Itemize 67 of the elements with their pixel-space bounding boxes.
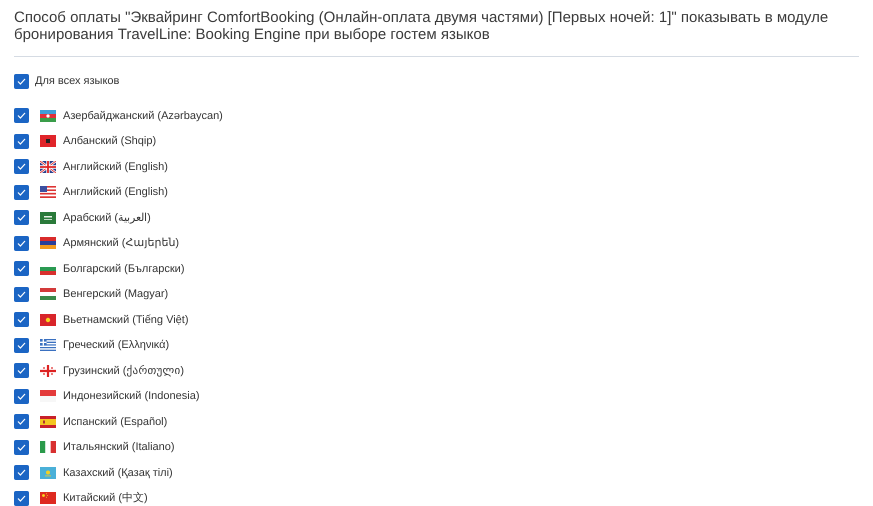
check-icon	[17, 444, 26, 451]
flag-icon	[40, 441, 56, 454]
checkbox[interactable]	[14, 108, 29, 124]
language-label: Вьетнамский (Tiếng Việt)	[63, 312, 189, 328]
flag-icon	[40, 416, 56, 428]
flag-icon	[40, 135, 56, 148]
page-title: Способ оплаты "Эквайринг ComfortBooking (Онлайн-оплата двумя частями) [Первых ночей: 1]" показывать в модуле бронирования TravelLine: Booking Engine при выборе гостем языков	[14, 9, 830, 43]
flag-icon	[40, 339, 56, 352]
flag-icon	[40, 314, 56, 326]
check-icon	[17, 138, 26, 145]
check-icon	[17, 163, 26, 170]
checkbox[interactable]	[14, 363, 29, 378]
checkbox[interactable]	[14, 338, 29, 353]
checkbox[interactable]	[14, 184, 29, 200]
flag-icon	[40, 288, 56, 300]
language-label: Индонезийский (Indonesia)	[63, 389, 200, 404]
checkbox[interactable]	[14, 286, 29, 302]
flag-icon	[40, 212, 56, 224]
flag-icon	[40, 390, 56, 402]
check-icon	[17, 469, 26, 476]
flag-icon	[40, 110, 56, 122]
checkbox[interactable]	[14, 134, 29, 149]
check-icon	[17, 342, 26, 349]
check-icon	[17, 240, 26, 247]
checkbox[interactable]	[14, 490, 29, 506]
language-label: Итальянский (Italiano)	[63, 440, 175, 455]
language-label: Греческий (Ελληνικά)	[63, 338, 170, 353]
check-icon	[17, 112, 26, 120]
language-label: Испанский (Español)	[63, 414, 168, 430]
language-label: Болгарский (Български)	[63, 262, 184, 276]
flag-icon	[40, 364, 56, 377]
flag-icon	[40, 186, 56, 198]
flag-icon	[40, 492, 56, 504]
checkbox[interactable]	[14, 210, 29, 226]
flag-icon	[40, 466, 56, 479]
flag-icon	[40, 237, 56, 250]
checkbox[interactable]	[14, 414, 29, 430]
checkbox[interactable]	[14, 159, 29, 174]
language-label: Венгерский (Magyar)	[63, 287, 168, 302]
check-icon	[17, 367, 26, 374]
checkbox-label: Для всех языков	[35, 74, 120, 89]
checkbox[interactable]	[14, 312, 29, 328]
check-icon	[17, 392, 26, 400]
language-label: Английский (English)	[63, 185, 168, 200]
check-icon	[17, 265, 26, 272]
checkbox[interactable]	[14, 74, 29, 88]
check-icon	[17, 316, 26, 324]
language-label: Китайский (中文)	[63, 490, 148, 506]
flag-icon	[40, 160, 56, 173]
language-label: Казахский (Қазақ тілі)	[63, 466, 173, 480]
language-label: Азербайджанский (Azərbaycan)	[63, 108, 223, 124]
check-icon	[17, 418, 26, 426]
language-label: Грузинский (ქართული)	[63, 364, 184, 379]
check-icon	[17, 214, 26, 222]
checkbox[interactable]	[14, 236, 29, 251]
check-icon	[17, 290, 26, 298]
language-label: Английский (English)	[63, 160, 168, 174]
language-label: Армянский (Հայերեն)	[63, 236, 180, 251]
check-icon	[17, 494, 26, 502]
check-icon	[17, 188, 26, 196]
checkbox[interactable]	[14, 440, 29, 455]
checkbox[interactable]	[14, 388, 29, 404]
checkbox[interactable]	[14, 261, 29, 276]
language-label: Арабский (العربية)	[63, 210, 151, 226]
check-icon	[17, 78, 26, 84]
checkbox[interactable]	[14, 465, 29, 480]
language-label: Албанский (Shqip)	[63, 134, 156, 149]
